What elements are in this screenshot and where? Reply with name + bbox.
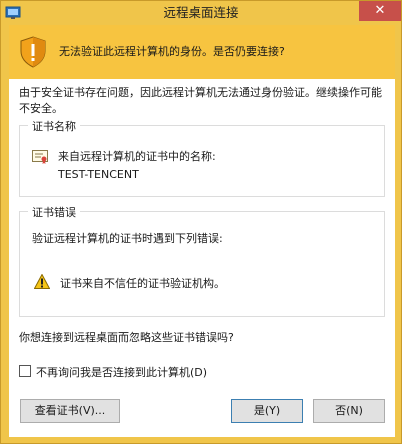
certificate-icon [32,150,48,164]
warning-shield-icon [20,36,46,68]
cert-errors-label: 验证远程计算机的证书时遇到下列错误: [32,232,223,245]
warning-banner: 无法验证此远程计算机的身份。是否仍要连接? [9,25,395,79]
yes-button[interactable]: 是(Y) [231,399,303,423]
cert-errors-title: 证书错误 [28,204,80,220]
close-button[interactable]: ✕ [359,1,401,21]
continue-question: 你想连接到远程桌面而忽略这些证书错误吗? [19,331,234,344]
title-bar[interactable]: 远程桌面连接 ✕ [1,1,401,25]
no-button[interactable]: 否(N) [313,399,385,423]
content-area: 由于安全证书存在问题，因此远程计算机无法通过身份验证。继续操作可能不安全。 证书… [9,79,395,437]
banner-message: 无法验证此远程计算机的身份。是否仍要连接? [59,45,285,58]
cert-name-group: 证书名称 来自远程计算机的证书中的名称: TEST-TENCENT [19,118,385,197]
warning-triangle-icon [34,274,50,289]
view-certificate-button[interactable]: 查看证书(V)... [20,399,120,423]
dialog-window: 远程桌面连接 ✕ 无法验证此远程计算机的身份。是否仍要连接? 由于安全证书存在问… [0,0,402,444]
cert-error-item: 证书来自不信任的证书验证机构。 [60,277,225,290]
dont-ask-checkbox[interactable] [19,365,31,377]
cert-errors-group: 证书错误 验证远程计算机的证书时遇到下列错误: 证书来自不信任的证书验证机构。 [19,204,385,317]
window-title: 远程桌面连接 [163,5,239,20]
cert-name-title: 证书名称 [28,118,80,134]
dont-ask-label[interactable]: 不再询问我是否连接到此计算机(D) [36,364,207,380]
cert-name-value: TEST-TENCENT [58,168,139,181]
intro-text: 由于安全证书存在问题，因此远程计算机无法通过身份验证。继续操作可能不安全。 [19,86,382,115]
cert-name-label: 来自远程计算机的证书中的名称: [58,150,216,163]
